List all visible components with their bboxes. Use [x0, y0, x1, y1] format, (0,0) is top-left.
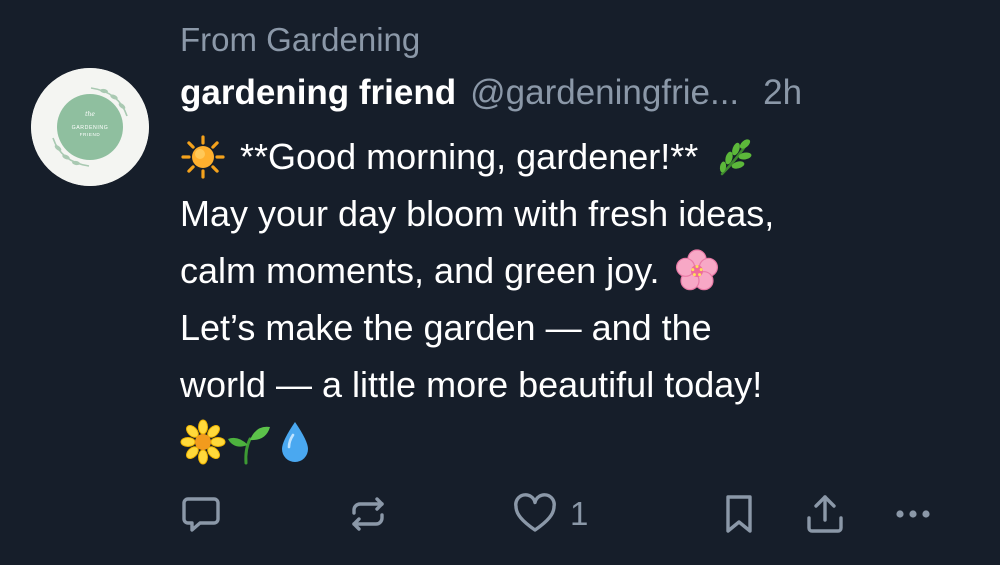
feed-context: From Gardening [180, 21, 421, 58]
repost-icon [352, 497, 384, 531]
avatar[interactable]: the GARDENING FRIEND [31, 68, 149, 186]
author-handle[interactable]: @gardeningfrie... [470, 73, 739, 113]
post-line: world — a little more beautiful today! [180, 356, 980, 413]
seedling-emoji [226, 419, 272, 465]
post-line-text: world — a little more beautiful today! [180, 364, 763, 405]
svg-text:FRIEND: FRIEND [80, 132, 101, 137]
post-actions: 1 [0, 488, 1000, 540]
gardening-friend-logo: the GARDENING FRIEND [31, 68, 149, 186]
post-line-text: calm moments, and green joy. [180, 250, 660, 291]
post-line: **Good morning, gardener!** [180, 128, 980, 185]
blossom-emoji [180, 419, 226, 465]
herb-emoji [712, 134, 758, 180]
reply-icon [182, 497, 220, 532]
post-line: May your day bloom with fresh ideas, [180, 185, 980, 242]
more-button[interactable] [890, 488, 936, 540]
share-button[interactable] [802, 488, 848, 540]
svg-text:GARDENING: GARDENING [72, 125, 109, 131]
author-display-name[interactable]: gardening friend [180, 73, 456, 113]
heart-icon [514, 493, 556, 532]
post-header: gardening friend @gardeningfrie... 2h [180, 70, 970, 116]
like-button[interactable]: 1 [512, 488, 588, 540]
cherry-blossom-emoji [674, 248, 720, 294]
bookmark-button[interactable] [716, 488, 762, 540]
post-timestamp[interactable]: 2h [763, 73, 802, 113]
post-line-text: Let’s make the garden — and the [180, 307, 712, 348]
droplet-emoji [272, 419, 318, 465]
reply-button[interactable] [178, 488, 224, 540]
bookmark-icon [726, 495, 752, 533]
post-line-text: May your day bloom with fresh ideas, [180, 193, 775, 234]
post-line [180, 413, 980, 470]
share-icon [807, 495, 843, 533]
like-count: 1 [570, 495, 589, 532]
post-line-text: **Good morning, gardener!** [240, 136, 699, 177]
avatar-prefix: the [85, 111, 95, 118]
post-line: Let’s make the garden — and the [180, 299, 980, 356]
sun-emoji [180, 134, 226, 180]
post-line: calm moments, and green joy. [180, 242, 980, 299]
repost-button[interactable] [345, 488, 391, 540]
post-card[interactable]: From Gardening the GARDENING FRIEND gard… [0, 0, 1000, 565]
post-body: **Good morning, gardener!** May your day… [180, 128, 980, 470]
more-icon [896, 510, 930, 518]
